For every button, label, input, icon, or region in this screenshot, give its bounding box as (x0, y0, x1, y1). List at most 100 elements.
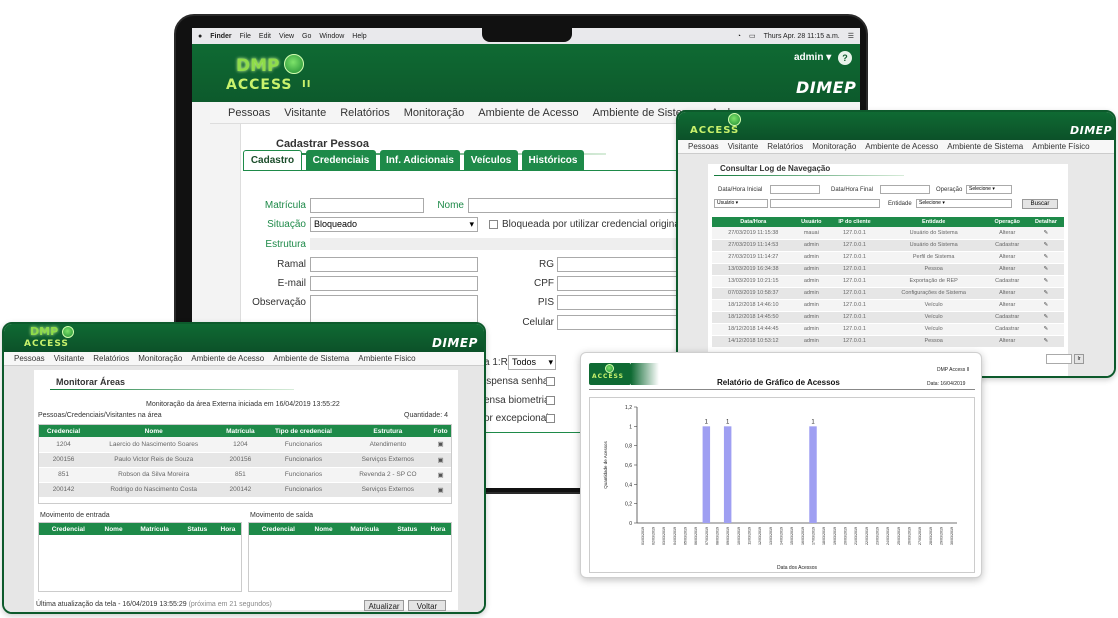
situacao-select[interactable]: Bloqueado ▾ (310, 217, 478, 232)
log-row: 18/12/2018 14:44:45 admin 127.0.0.1 Veículo… (712, 323, 1064, 336)
tab-cadastro[interactable]: Cadastro (243, 150, 302, 170)
data-inicial-input[interactable] (770, 185, 820, 194)
photo-icon[interactable]: ▣ (430, 482, 451, 498)
nav-ambiente-acesso[interactable]: Ambiente de Acesso (865, 142, 938, 151)
area-col-header: Credencial (39, 425, 89, 437)
detail-icon[interactable]: ✎ (1027, 263, 1064, 276)
y-axis-label: Quantidade de Acessos (603, 440, 608, 488)
usuario-input[interactable] (770, 199, 880, 208)
photo-icon[interactable]: ▣ (430, 467, 451, 483)
nav-ambiente-acesso[interactable]: Ambiente de Acesso (191, 354, 264, 363)
nav-pessoas[interactable]: Pessoas (14, 354, 45, 363)
1r-select[interactable]: Todos ▾ (508, 355, 556, 370)
nav-ambiente-fisico[interactable]: Ambiente Físico (1032, 142, 1089, 151)
nav-visitante[interactable]: Visitante (284, 107, 326, 119)
ramal-input[interactable] (310, 257, 478, 272)
nome-input[interactable] (468, 198, 678, 213)
chevron-down-icon: ▾ (548, 357, 553, 367)
tab-credenciais[interactable]: Credenciais (306, 150, 376, 170)
menu-list-icon[interactable]: ☰ (848, 32, 854, 40)
battery-icon[interactable]: ▭ (749, 32, 756, 40)
dispensa-senha-checkbox[interactable] (546, 377, 555, 386)
log-row: 18/12/2018 14:45:50 admin 127.0.0.1 Veículo… (712, 311, 1064, 324)
voltar-button[interactable]: Voltar (408, 600, 446, 611)
dispensa-senha-label: ispensa senha (484, 376, 549, 387)
mac-menu-help[interactable]: Help (352, 33, 366, 40)
data-label: 1 (811, 419, 815, 425)
cpf-input[interactable] (557, 276, 678, 291)
tab-veiculos[interactable]: Veículos (464, 150, 518, 170)
detail-icon[interactable]: ✎ (1027, 335, 1064, 348)
nav-ambiente-acesso[interactable]: Ambiente de Acesso (478, 107, 578, 119)
nav-ambiente-sistema[interactable]: Ambiente de Sistema (947, 142, 1023, 151)
y-tick-label: 0 (629, 521, 632, 527)
log-cell: 18/12/2018 14:44:45 (712, 323, 795, 336)
nav-relatorios[interactable]: Relatórios (93, 354, 129, 363)
entrada-col-header: Nome (97, 523, 130, 535)
nav-pessoas[interactable]: Pessoas (228, 107, 270, 119)
bloqueio-checkbox[interactable] (489, 220, 498, 229)
mac-menu-edit[interactable]: Edit (259, 33, 271, 40)
nav-monitoracao[interactable]: Monitoração (812, 142, 856, 151)
mac-menu-view[interactable]: View (279, 33, 294, 40)
entrada-col-header: Matrícula (129, 523, 180, 535)
log-window: ACCESS DIMEP Pessoas Visitante Relatório… (676, 110, 1116, 378)
pis-input[interactable] (557, 295, 678, 310)
nav-monitoracao[interactable]: Monitoração (138, 354, 182, 363)
detail-icon[interactable]: ✎ (1027, 275, 1064, 288)
detail-icon[interactable]: ✎ (1027, 251, 1064, 264)
email-input[interactable] (310, 276, 478, 291)
detail-icon[interactable]: ✎ (1027, 323, 1064, 336)
detail-icon[interactable]: ✎ (1027, 311, 1064, 324)
nav-visitante[interactable]: Visitante (54, 354, 85, 363)
nav-relatorios[interactable]: Relatórios (767, 142, 803, 151)
mac-menu-file[interactable]: File (240, 33, 251, 40)
nav-pessoas[interactable]: Pessoas (688, 142, 719, 151)
atualizar-button[interactable]: Atualizar (364, 600, 404, 611)
observacao-textarea[interactable] (310, 295, 478, 323)
estrutura-field[interactable] (310, 238, 678, 250)
data-final-input[interactable] (880, 185, 930, 194)
entidade-select[interactable]: Selecione ▾ (916, 199, 1012, 208)
buscar-button[interactable]: Buscar (1022, 199, 1058, 209)
valor-excepcional-checkbox[interactable] (546, 414, 555, 423)
dispensa-biometria-checkbox[interactable] (546, 396, 555, 405)
operacao-select[interactable]: Selecione ▾ (966, 185, 1012, 194)
matricula-input[interactable] (310, 198, 424, 213)
celular-input[interactable] (557, 315, 678, 330)
nav-monitoracao[interactable]: Monitoração (404, 107, 465, 119)
help-icon[interactable]: ? (838, 51, 852, 65)
nav-ambiente-fisico[interactable]: Ambiente Físico (358, 354, 415, 363)
nav-relatorios[interactable]: Relatórios (340, 107, 390, 119)
label-ramal: Ramal (277, 259, 306, 270)
rg-input[interactable] (557, 257, 678, 272)
page-go-button[interactable]: Ir (1074, 354, 1084, 364)
x-tick-label: 01/03/2019 (641, 527, 645, 545)
apple-icon[interactable]: ● (198, 33, 202, 40)
photo-icon[interactable]: ▣ (430, 437, 451, 453)
tab-inf-adicionais[interactable]: Inf. Adicionais (380, 150, 460, 170)
log-cell: 14/12/2018 10:53:12 (712, 335, 795, 348)
mac-menu-window[interactable]: Window (319, 33, 344, 40)
photo-icon[interactable]: ▣ (430, 452, 451, 468)
x-tick-label: 25/03/2019 (897, 527, 901, 545)
data-label: 1 (726, 419, 730, 425)
detail-icon[interactable]: ✎ (1027, 287, 1064, 300)
saida-title: Movimento de saída (250, 512, 314, 519)
nav-ambiente-sistema[interactable]: Ambiente de Sistema (273, 354, 349, 363)
nav-visitante[interactable]: Visitante (728, 142, 759, 151)
detail-icon[interactable]: ✎ (1027, 239, 1064, 252)
tab-historicos[interactable]: Históricos (522, 150, 584, 170)
area-cell: Funcionarios (261, 467, 346, 483)
detail-icon[interactable]: ✎ (1027, 227, 1064, 240)
usuario-select[interactable]: Usuário ▾ (714, 199, 768, 208)
log-cell: 127.0.0.1 (828, 287, 881, 300)
page-input[interactable] (1046, 354, 1072, 364)
tab-baseline (243, 170, 677, 171)
area-cell: 851 (39, 467, 89, 483)
mac-menu-finder[interactable]: Finder (210, 33, 231, 40)
user-menu[interactable]: admin ▾ (794, 52, 831, 63)
detail-icon[interactable]: ✎ (1027, 299, 1064, 312)
wifi-icon[interactable]: ◔ (737, 33, 741, 40)
mac-menu-go[interactable]: Go (302, 33, 311, 40)
